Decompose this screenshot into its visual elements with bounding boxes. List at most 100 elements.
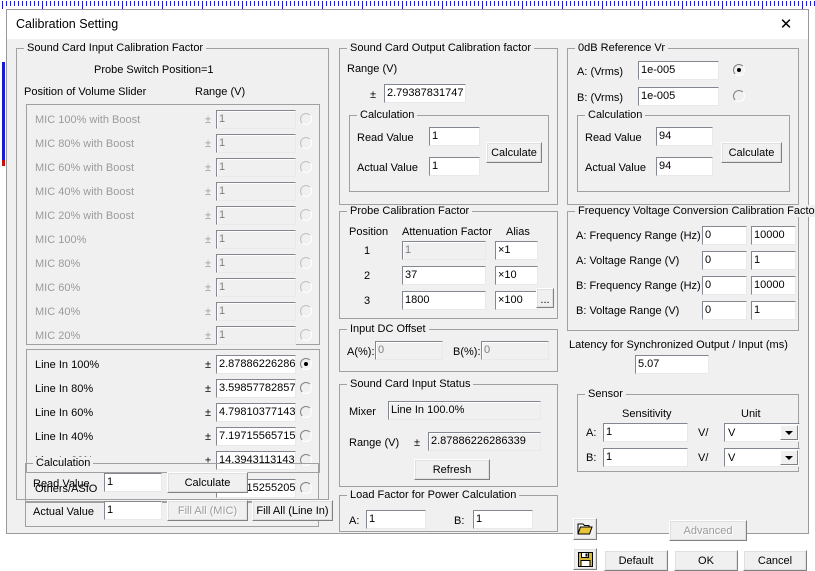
mic-row-1-value-field[interactable]: 1 [216,134,296,153]
mic-row-4-value-field[interactable]: 1 [216,206,296,225]
dc-offset-b-field[interactable]: 0 [481,341,549,360]
input-calculation-read-value-field[interactable]: 1 [104,473,162,492]
ref-b-field[interactable]: 1e-005 [638,87,719,106]
mic-row-8-value-field[interactable]: 1 [216,302,296,321]
mic-row-4-label: MIC 20% with Boost [35,210,134,222]
probe-row-0-attenuation-field[interactable]: 1 [402,241,486,260]
ref-calculate-button[interactable]: Calculate [721,142,782,163]
line-in-row-0-value-field[interactable]: 2.87886226286 [216,355,296,374]
ref-b-radio[interactable] [733,90,745,102]
sensor-group: Sensor Sensitivity Unit A:1V/VB:1V/V [577,394,799,472]
latency-field[interactable]: 5.07 [635,355,709,374]
chevron-down-icon[interactable] [780,450,798,465]
ref-calculation-read-value-field[interactable]: 94 [656,127,713,146]
freq-volt-row-1-from-field[interactable]: 0 [702,251,747,270]
line-in-row-2-label: Line In 60% [35,407,93,419]
ref-a-field[interactable]: 1e-005 [638,61,719,80]
actual-value-label: Actual Value [585,162,646,174]
open-file-button[interactable] [573,518,597,540]
line-in-row-0-radio[interactable] [300,358,312,370]
probe-row-2-attenuation-field[interactable]: 1800 [402,291,486,310]
fill-all-mic-button[interactable]: Fill All (MIC) [167,500,248,521]
fill-all-line-in-button[interactable]: Fill All (Line In) [252,500,333,521]
mic-row-2-value-field[interactable]: 1 [216,158,296,177]
freq-volt-row-0-to-field[interactable]: 10000 [751,226,796,245]
line-in-row-2-value-field[interactable]: 4.79810377143 [216,403,296,422]
left-red-marker [2,160,5,166]
output-calculate-button[interactable]: Calculate [486,142,542,163]
sensor-row-0-sensitivity-field[interactable]: 1 [603,423,688,442]
mic-row-3-radio[interactable] [300,185,312,197]
default-button[interactable]: Default [604,550,668,571]
sensor-row-0-unit-select[interactable]: V [724,423,800,442]
probe-more-button[interactable]: ... [536,288,554,308]
zero-db-reference-group: 0dB Reference Vr A: (Vrms) 1e-005 B: (Vr… [567,48,799,205]
line-in-row-1-value-field[interactable]: 3.59857782857 [216,379,296,398]
mic-row-4-radio[interactable] [300,209,312,221]
load-factor-b-field[interactable]: 1 [473,510,533,529]
mic-row-9-value-field[interactable]: 1 [216,326,296,345]
close-icon[interactable]: ✕ [764,10,808,38]
mic-row-0-radio[interactable] [300,113,312,125]
ok-button[interactable]: OK [674,550,738,571]
probe-row-1-attenuation-field[interactable]: 37 [402,266,486,285]
calibration-row: Line In 40%±7.19715565715 [17,426,330,450]
mic-row-7-radio[interactable] [300,281,312,293]
actual-value-label: Actual Value [357,162,418,174]
freq-volt-row-0-from-field[interactable]: 0 [702,226,747,245]
mic-row-6-value-field[interactable]: 1 [216,254,296,273]
mic-row-5-value-field[interactable]: 1 [216,230,296,249]
freq-volt-row-2-to-field[interactable]: 10000 [751,276,796,295]
input-calculate-button[interactable]: Calculate [167,472,248,493]
calibration-row: MIC 20%±1 [17,325,330,349]
line-in-row-3-radio[interactable] [300,430,312,442]
output-range-field[interactable]: 2.79387831747 [384,84,466,103]
load-factor-a-field[interactable]: 1 [366,510,426,529]
calibration-row: MIC 100%±1 [17,229,330,253]
mic-row-3-value-field[interactable]: 1 [216,182,296,201]
calibration-row: Line In 100%±2.87886226286 [17,354,330,378]
mic-row-5-radio[interactable] [300,233,312,245]
column-header-position: Position [349,226,388,238]
ref-calculation-actual-value-field[interactable]: 94 [656,157,713,176]
freq-volt-row-1-to-field[interactable]: 1 [751,251,796,270]
advanced-button[interactable]: Advanced [669,520,747,541]
ref-a-radio[interactable] [733,64,745,76]
output-calculation-actual-value-field[interactable]: 1 [429,157,480,176]
cancel-button[interactable]: Cancel [743,550,807,571]
mic-row-8-radio[interactable] [300,305,312,317]
group-caption: Calculation [357,109,417,121]
output-plusminus-symbol: ± [370,89,376,101]
line-in-row-1-radio[interactable] [300,382,312,394]
mic-row-8-plusminus: ± [205,306,211,318]
probe-row-0-alias-field[interactable]: ×1 [495,241,538,260]
input-calculation-actual-value-field[interactable]: 1 [104,501,162,520]
actual-value-label: Actual Value [33,506,94,518]
probe-row-2-alias-field[interactable]: ×100 [495,291,538,310]
sensor-row-1-unit-value: V [728,452,735,464]
mic-row-9-radio[interactable] [300,329,312,341]
line-in-row-2-radio[interactable] [300,406,312,418]
sensor-row-1-sensitivity-field[interactable]: 1 [603,448,688,467]
line-in-row-3-value-field[interactable]: 7.19715565715 [216,427,296,446]
save-file-button[interactable] [573,548,597,570]
mic-row-2-radio[interactable] [300,161,312,173]
mic-row-1-radio[interactable] [300,137,312,149]
mic-row-0-value-field[interactable]: 1 [216,110,296,129]
refresh-button[interactable]: Refresh [414,459,490,480]
sensor-row-1-unit-select[interactable]: V [724,448,800,467]
freq-volt-row-2-from-field[interactable]: 0 [702,276,747,295]
freq-volt-row-3-from-field[interactable]: 0 [702,301,747,320]
sensor-row-0-unit-value: V [728,427,735,439]
mixer-value-field: Line In 100.0% [388,401,541,420]
calibration-setting-window: Calibration Setting ✕ Sound Card Input C… [6,9,809,534]
freq-volt-row-3-to-field[interactable]: 1 [751,301,796,320]
probe-row-1-alias-field[interactable]: ×10 [495,266,538,285]
mic-row-6-radio[interactable] [300,257,312,269]
dc-offset-a-field[interactable]: 0 [375,341,443,360]
mic-row-7-value-field[interactable]: 1 [216,278,296,297]
chevron-down-icon[interactable] [780,425,798,440]
output-calculation-read-value-field[interactable]: 1 [429,127,480,146]
freq-volt-row-2-label: B: Frequency Range (Hz) [576,280,701,292]
mic-row-7-plusminus: ± [205,282,211,294]
